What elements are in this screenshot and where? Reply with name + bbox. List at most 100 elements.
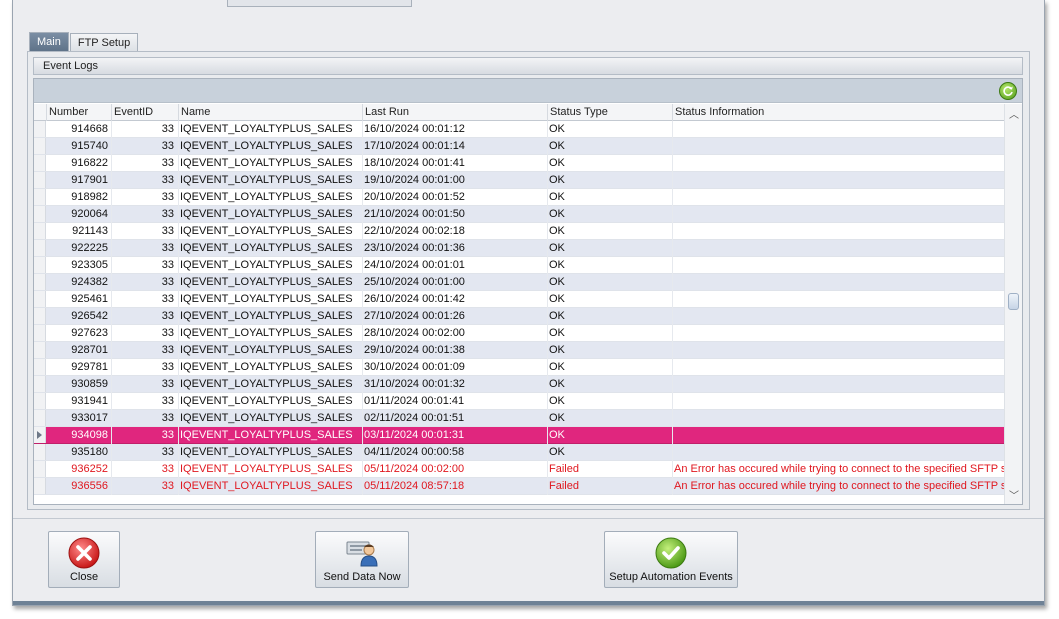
column-header-last-run[interactable]: Last Run [362,104,547,121]
column-gridline [111,257,112,274]
table-row[interactable]: 927623 33 IQEVENT_LOYALTYPLUS_SALES 28/10/2… [34,325,1004,342]
column-gridline [362,444,363,461]
cell-status-information [672,427,1004,443]
cell-status-information [672,121,1004,137]
event-logs-grid[interactable]: Number EventID Name Last Run Status Type… [33,78,1023,505]
row-indicator[interactable] [34,342,46,358]
column-header-status-type[interactable]: Status Type [547,104,672,121]
table-row[interactable]: 920064 33 IQEVENT_LOYALTYPLUS_SALES 21/10/2… [34,206,1004,223]
row-indicator[interactable] [34,138,46,154]
row-indicator[interactable] [34,206,46,222]
cell-status-type: OK [549,242,565,254]
send-data-now-button[interactable]: Send Data Now [315,531,409,588]
table-row[interactable]: 936556 33 IQEVENT_LOYALTYPLUS_SALES 05/11/2… [34,478,1004,495]
column-gridline [111,376,112,393]
table-row[interactable]: 921143 33 IQEVENT_LOYALTYPLUS_SALES 22/10/2… [34,223,1004,240]
row-indicator[interactable] [34,189,46,205]
tab-main[interactable]: Main [29,32,69,51]
close-button[interactable]: Close [48,531,120,588]
column-gridline [672,478,673,495]
table-row[interactable]: 916822 33 IQEVENT_LOYALTYPLUS_SALES 18/10/2… [34,155,1004,172]
column-gridline [547,274,548,291]
table-row[interactable]: 926542 33 IQEVENT_LOYALTYPLUS_SALES 27/10/2… [34,308,1004,325]
column-gridline [672,121,673,138]
tab-strip: Main FTP Setup [29,32,139,51]
cell-status-type: OK [549,327,565,339]
column-gridline [362,359,363,376]
table-row[interactable]: 930859 33 IQEVENT_LOYALTYPLUS_SALES 31/10/2… [34,376,1004,393]
column-gridline [362,461,363,478]
row-indicator[interactable] [34,121,46,137]
cell-name: IQEVENT_LOYALTYPLUS_SALES [180,140,353,152]
cell-eventid: 33 [161,429,174,441]
table-row[interactable]: 935180 33 IQEVENT_LOYALTYPLUS_SALES 04/11/2… [34,444,1004,461]
table-row[interactable]: 914668 33 IQEVENT_LOYALTYPLUS_SALES 16/10/2… [34,121,1004,138]
cell-eventid: 33 [161,480,174,492]
table-row[interactable]: 923305 33 IQEVENT_LOYALTYPLUS_SALES 24/10/2… [34,257,1004,274]
table-row[interactable]: 928701 33 IQEVENT_LOYALTYPLUS_SALES 29/10/2… [34,342,1004,359]
table-row[interactable]: 924382 33 IQEVENT_LOYALTYPLUS_SALES 25/10/2… [34,274,1004,291]
cell-name: IQEVENT_LOYALTYPLUS_SALES [180,174,353,186]
row-indicator[interactable] [34,308,46,324]
scrollbar-thumb[interactable] [1008,293,1019,310]
cell-status-type: OK [549,446,565,458]
column-gridline [178,274,179,291]
row-indicator[interactable] [34,393,46,409]
table-row[interactable]: 915740 33 IQEVENT_LOYALTYPLUS_SALES 17/10/2… [34,138,1004,155]
grid-header-row: Number EventID Name Last Run Status Type… [34,104,1004,121]
row-indicator[interactable] [34,325,46,341]
row-indicator[interactable] [34,427,46,443]
chevron-down-icon[interactable]: ﹀ [1009,487,1019,502]
column-gridline [362,138,363,155]
cell-status-type: OK [549,361,565,373]
row-indicator[interactable] [34,291,46,307]
cell-name: IQEVENT_LOYALTYPLUS_SALES [180,480,353,492]
cell-last-run: 26/10/2024 00:01:42 [364,293,465,305]
row-indicator[interactable] [34,410,46,426]
table-row[interactable]: 936252 33 IQEVENT_LOYALTYPLUS_SALES 05/11/2… [34,461,1004,478]
vertical-scrollbar[interactable]: ︿ ﹀ [1004,104,1022,504]
column-gridline [672,291,673,308]
chevron-up-icon[interactable]: ︿ [1009,106,1019,121]
column-header-status-information[interactable]: Status Information [672,104,1004,121]
refresh-icon[interactable] [999,82,1017,100]
cell-status-type: OK [549,293,565,305]
cell-eventid: 33 [161,174,174,186]
row-indicator[interactable] [34,240,46,256]
column-gridline [547,427,548,444]
column-gridline [547,376,548,393]
column-header-name[interactable]: Name [178,104,362,121]
table-row[interactable]: 917901 33 IQEVENT_LOYALTYPLUS_SALES 19/10/2… [34,172,1004,189]
table-row[interactable]: 929781 33 IQEVENT_LOYALTYPLUS_SALES 30/10/2… [34,359,1004,376]
table-row[interactable]: 918982 33 IQEVENT_LOYALTYPLUS_SALES 20/10/2… [34,189,1004,206]
table-row[interactable]: 933017 33 IQEVENT_LOYALTYPLUS_SALES 02/11/2… [34,410,1004,427]
row-indicator[interactable] [34,223,46,239]
row-indicator[interactable] [34,257,46,273]
tab-ftp-setup[interactable]: FTP Setup [69,33,139,51]
setup-automation-events-button[interactable]: Setup Automation Events [604,531,738,588]
row-indicator[interactable] [34,274,46,290]
column-gridline [672,206,673,223]
row-indicator[interactable] [34,461,46,477]
cell-name: IQEVENT_LOYALTYPLUS_SALES [180,361,353,373]
column-gridline [362,274,363,291]
column-gridline [547,410,548,427]
row-indicator[interactable] [34,444,46,460]
row-indicator[interactable] [34,172,46,188]
column-gridline [111,359,112,376]
row-indicator[interactable] [34,376,46,392]
column-header-eventid[interactable]: EventID [111,104,178,121]
table-row[interactable]: 922225 33 IQEVENT_LOYALTYPLUS_SALES 23/10/2… [34,240,1004,257]
current-row-arrow-icon [37,431,42,439]
row-indicator[interactable] [34,155,46,171]
row-indicator[interactable] [34,359,46,375]
table-row[interactable]: 925461 33 IQEVENT_LOYALTYPLUS_SALES 26/10/2… [34,291,1004,308]
row-indicator[interactable] [34,478,46,494]
column-gridline [111,155,112,172]
cell-status-information [672,291,1004,307]
column-gridline [362,172,363,189]
cell-name: IQEVENT_LOYALTYPLUS_SALES [180,310,353,322]
column-header-number[interactable]: Number [46,104,111,121]
table-row[interactable]: 931941 33 IQEVENT_LOYALTYPLUS_SALES 01/11/2… [34,393,1004,410]
table-row-selected[interactable]: 934098 33 IQEVENT_LOYALTYPLUS_SALES 03/11/2… [34,427,1004,444]
